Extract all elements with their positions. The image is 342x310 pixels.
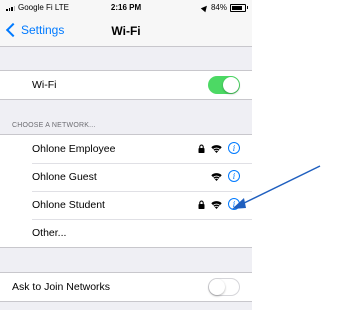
annotation-arrow [232, 165, 321, 209]
